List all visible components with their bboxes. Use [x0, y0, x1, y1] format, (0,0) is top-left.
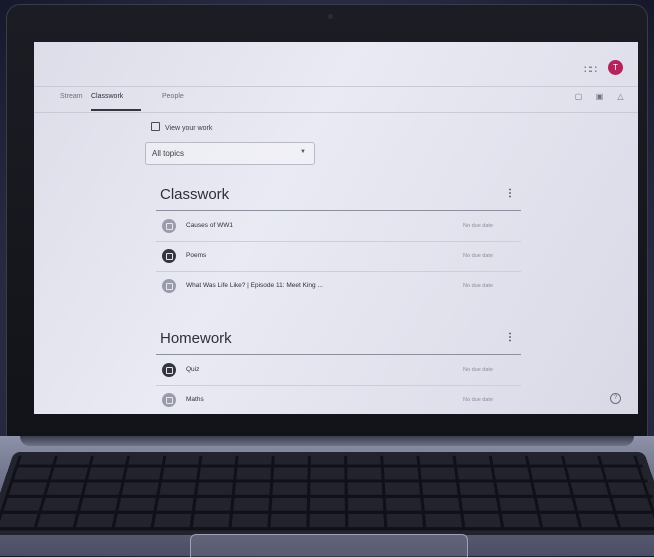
section-title-classwork: Classwork — [160, 186, 230, 203]
item-title: Maths — [186, 396, 204, 403]
keyboard — [0, 452, 654, 535]
list-item[interactable]: Causes of WW1 No due date — [156, 211, 521, 242]
list-item[interactable]: Poems No due date — [156, 241, 521, 272]
item-due: No due date — [463, 253, 493, 259]
list-item[interactable]: Quiz No due date — [156, 355, 521, 386]
trackpad — [190, 534, 468, 557]
item-due: No due date — [463, 283, 493, 289]
chevron-down-icon: ▼ — [300, 149, 306, 155]
help-icon[interactable]: ? — [610, 393, 621, 404]
tab-stream[interactable]: Stream — [60, 93, 83, 100]
item-due: No due date — [463, 223, 493, 229]
avatar[interactable]: T — [608, 60, 623, 75]
calendar-icon[interactable]: ▣ — [595, 92, 604, 101]
item-title: Poems — [186, 252, 207, 259]
tab-classwork[interactable]: Classwork — [91, 93, 123, 100]
list-item[interactable]: What Was Life Like? | Episode 11: Meet K… — [156, 271, 521, 301]
item-due: No due date — [463, 397, 493, 403]
view-your-work-link[interactable]: View your work — [151, 122, 212, 132]
assignment-icon — [162, 249, 176, 263]
top-bar: ∷∷ T — [34, 42, 638, 87]
assignment-icon — [162, 363, 176, 377]
meet-icon[interactable]: ▢ — [574, 92, 583, 101]
tab-bar: Stream Classwork People ▢ ▣ △ — [34, 86, 638, 113]
keyboard-keys — [0, 455, 654, 531]
assignment-icon — [162, 219, 176, 233]
topic-filter-value: All topics — [152, 149, 185, 158]
drive-icon[interactable]: △ — [616, 92, 625, 101]
person-card-icon — [151, 122, 160, 131]
section-title-homework: Homework — [160, 330, 232, 347]
active-tab-indicator — [91, 109, 141, 111]
item-title: Causes of WW1 — [186, 222, 233, 229]
screen: ∷∷ T Stream Classwork People ▢ ▣ △ View … — [34, 42, 638, 414]
apps-grid-icon[interactable]: ∷∷ — [584, 63, 597, 76]
item-due: No due date — [463, 367, 493, 373]
hinge — [20, 436, 634, 446]
assignment-icon — [162, 279, 176, 293]
webcam — [328, 14, 333, 19]
item-title: Quiz — [186, 366, 200, 373]
topic-filter-select[interactable]: All topics ▼ — [145, 142, 315, 165]
section-menu-icon[interactable]: ⋮ — [505, 332, 515, 343]
view-your-work-label: View your work — [165, 125, 213, 132]
tab-people[interactable]: People — [162, 93, 184, 100]
item-title: What Was Life Like? | Episode 11: Meet K… — [186, 282, 323, 289]
section-menu-icon[interactable]: ⋮ — [505, 188, 515, 199]
assignment-icon — [162, 393, 176, 407]
list-item[interactable]: Maths No due date — [156, 385, 521, 414]
